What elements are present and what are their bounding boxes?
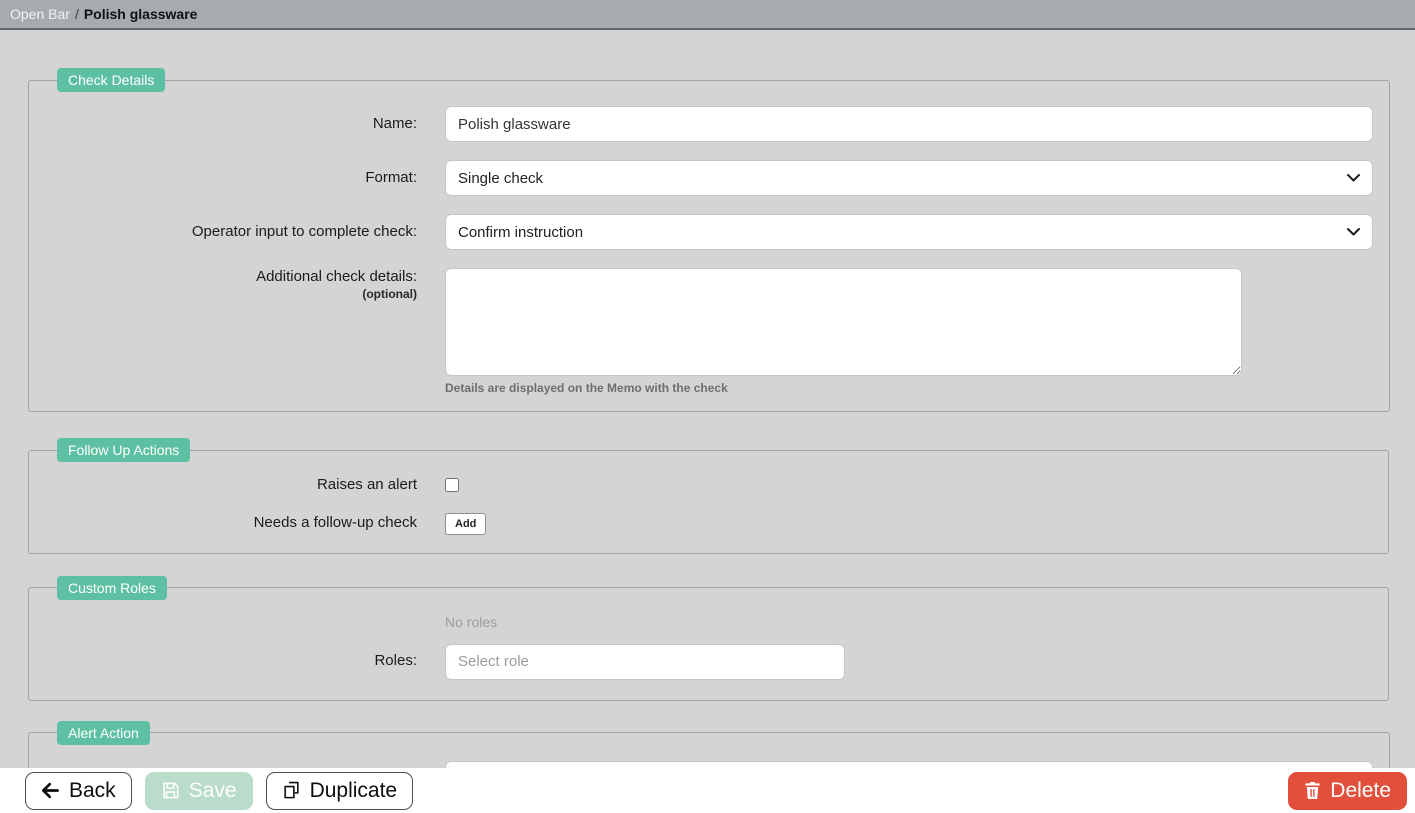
- name-input[interactable]: [445, 106, 1373, 142]
- operator-input-select[interactable]: Confirm instruction: [445, 214, 1373, 250]
- breadcrumb-separator: /: [75, 6, 79, 22]
- additional-details-row: Additional check details: (optional) Det…: [45, 268, 1373, 395]
- page-title: Polish glassware: [84, 6, 198, 22]
- details-help-text: Details are displayed on the Memo with t…: [445, 381, 1373, 395]
- duplicate-copy-icon: [282, 781, 301, 800]
- additional-details-label-text: Additional check details:: [256, 268, 417, 285]
- follow-up-actions-section-title: Follow Up Actions: [57, 438, 190, 462]
- breadcrumb-parent-link[interactable]: Open Bar: [10, 6, 70, 22]
- action-bar: Back Save Duplicate Delete: [0, 768, 1415, 813]
- format-select[interactable]: Single check: [445, 160, 1373, 196]
- custom-roles-section-title: Custom Roles: [57, 576, 167, 600]
- optional-hint: (optional): [45, 287, 417, 302]
- name-row: Name:: [45, 106, 1373, 142]
- delete-button[interactable]: Delete: [1288, 772, 1407, 810]
- additional-details-label: Additional check details: (optional): [45, 268, 417, 302]
- no-roles-row: No roles: [45, 614, 1372, 644]
- name-label: Name:: [45, 115, 417, 134]
- additional-details-field: Details are displayed on the Memo with t…: [445, 268, 1373, 395]
- format-row: Format: Single check: [45, 160, 1373, 196]
- back-button-label: Back: [69, 780, 116, 801]
- raises-alert-row: Raises an alert: [45, 476, 1372, 495]
- duplicate-button-label: Duplicate: [310, 780, 398, 801]
- check-details-section: Check Details Name: Format: Single check…: [28, 68, 1390, 412]
- breadcrumb: Open Bar / Polish glassware: [0, 0, 1415, 30]
- roles-row: Roles:: [45, 644, 1372, 680]
- add-follow-up-button[interactable]: Add: [445, 513, 486, 535]
- no-roles-text: No roles: [445, 614, 1372, 630]
- raises-alert-label: Raises an alert: [45, 476, 417, 495]
- operator-input-row: Operator input to complete check: Confir…: [45, 214, 1373, 250]
- raises-alert-checkbox[interactable]: [445, 478, 459, 492]
- back-button[interactable]: Back: [25, 772, 132, 810]
- delete-button-label: Delete: [1330, 780, 1391, 801]
- format-label: Format:: [45, 169, 417, 188]
- additional-details-textarea[interactable]: [445, 268, 1242, 376]
- back-arrow-icon: [41, 781, 60, 800]
- alert-action-section-title: Alert Action: [57, 721, 150, 745]
- operator-input-label: Operator input to complete check:: [45, 223, 417, 242]
- trash-icon: [1304, 781, 1321, 800]
- follow-up-actions-section: Follow Up Actions Raises an alert Needs …: [28, 438, 1389, 554]
- duplicate-button[interactable]: Duplicate: [266, 772, 414, 810]
- select-role-input[interactable]: [445, 644, 845, 680]
- main-content: Check Details Name: Format: Single check…: [0, 30, 1415, 813]
- custom-roles-section: Custom Roles No roles Roles:: [28, 576, 1389, 701]
- follow-up-check-label: Needs a follow-up check: [45, 514, 417, 533]
- operator-select-wrap: Confirm instruction: [445, 214, 1373, 250]
- save-button-label: Save: [189, 780, 237, 801]
- save-button[interactable]: Save: [145, 772, 253, 810]
- roles-label: Roles:: [45, 652, 417, 671]
- format-select-wrap: Single check: [445, 160, 1373, 196]
- save-floppy-icon: [161, 781, 180, 800]
- check-details-section-title: Check Details: [57, 68, 165, 92]
- follow-up-check-row: Needs a follow-up check Add: [45, 513, 1372, 535]
